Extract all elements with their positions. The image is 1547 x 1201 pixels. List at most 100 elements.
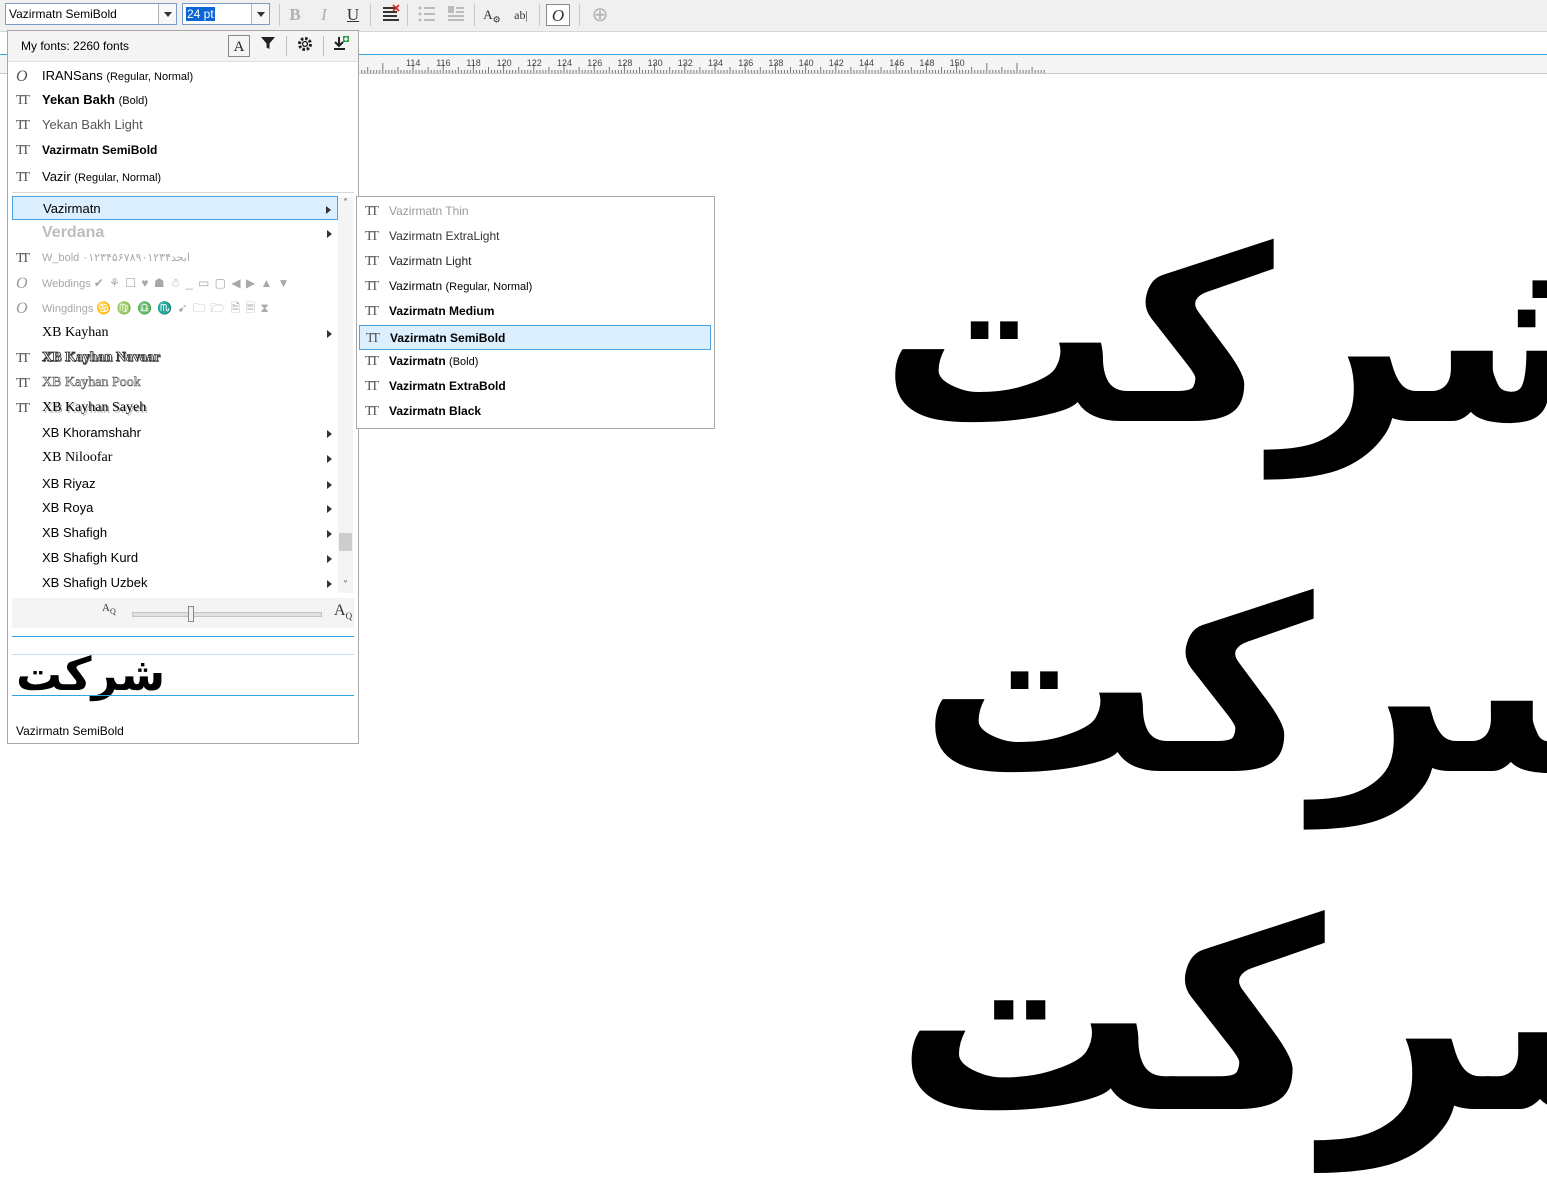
ruler-label: 138	[768, 58, 783, 68]
font-item-webdings[interactable]: O Webdings ✔ ⚘ ☐ ♥ ☗ ☃ _ ▭ ▢ ◀ ▶ ▲ ▼	[12, 271, 338, 295]
submenu-item-vazirmatn-regular[interactable]: TT Vazirmatn (Regular, Normal)	[359, 274, 711, 299]
ruler-label: 116	[436, 58, 450, 68]
truetype-icon: TT	[365, 354, 379, 369]
font-label: XB Shafigh	[42, 525, 108, 540]
canvas-text-1[interactable]: شرکت	[880, 218, 1547, 458]
edit-text-icon[interactable]: ab|	[509, 4, 533, 26]
font-size-value[interactable]: 24 pt	[186, 7, 215, 21]
font-label: XB Kayhan Sayeh	[42, 400, 147, 415]
scroll-down-icon[interactable]: ˅	[338, 579, 353, 593]
ruler-label: 134	[708, 58, 723, 68]
truetype-icon: TT	[16, 118, 30, 133]
truetype-icon: TT	[16, 401, 30, 416]
submenu-arrow-icon	[327, 230, 332, 238]
separator	[539, 4, 540, 26]
font-item-wingdings[interactable]: O Wingdings ♋ ♍ ♎ ♏ ➹ 🗀 🗁 🗎 🗏 ⧗	[12, 296, 338, 320]
scroll-up-icon[interactable]: ˄	[338, 197, 353, 211]
font-preview-name: Vazirmatn SemiBold	[16, 724, 124, 738]
submenu-item-vazirmatn-bold[interactable]: TT Vazirmatn (Bold)	[359, 349, 711, 374]
font-item-xb-shafigh[interactable]: XB Shafigh	[12, 521, 338, 545]
filter-icon[interactable]	[257, 35, 279, 57]
font-item-xb-kayhan[interactable]: XB Kayhan	[12, 321, 338, 345]
submenu-item-vazirmatn-extrabold[interactable]: TT Vazirmatn ExtraBold	[359, 374, 711, 399]
truetype-icon: TT	[365, 304, 379, 319]
font-item-xb-shafigh-uzbek[interactable]: XB Shafigh Uzbek	[12, 571, 338, 595]
font-name-value[interactable]: Vazirmatn SemiBold	[9, 7, 117, 21]
ruler-label: 124	[557, 58, 572, 68]
font-item-verdana[interactable]: Verdana	[12, 221, 338, 245]
font-label: XB Shafigh Uzbek	[42, 575, 148, 590]
font-count-label: My fonts: 2260 fonts	[21, 39, 130, 53]
canvas-text-3[interactable]: شرکت	[895, 888, 1547, 1150]
font-label: Yekan Bakh Light	[42, 117, 143, 132]
font-label: Vazirmatn Black	[389, 404, 482, 418]
underline-icon[interactable]: U	[341, 4, 365, 26]
truetype-icon: TT	[365, 254, 379, 269]
font-list-scrollbar[interactable]: ˄ ˅	[338, 197, 353, 593]
recent-font-iransans[interactable]: O IRANSans (Regular, Normal)	[12, 64, 338, 88]
submenu-item-vazirmatn-black[interactable]: TT Vazirmatn Black	[359, 399, 711, 424]
font-item-xb-kayhan-pook[interactable]: TT XB Kayhan Pook	[12, 371, 338, 395]
font-item-xb-roya[interactable]: XB Roya	[12, 496, 338, 520]
font-item-xb-khoramshahr[interactable]: XB Khoramshahr	[12, 421, 338, 445]
ruler-label: 128	[617, 58, 632, 68]
add-icon[interactable]: ⊕	[588, 4, 612, 26]
submenu-item-vazirmatn-extralight[interactable]: TT Vazirmatn ExtraLight	[359, 224, 711, 249]
font-playground-icon[interactable]: A	[228, 35, 250, 57]
submenu-item-vazirmatn-semibold[interactable]: TT Vazirmatn SemiBold	[359, 325, 711, 350]
font-label: XB Kayhan Pook	[42, 375, 141, 391]
recent-fonts-divider	[12, 192, 354, 193]
font-item-xb-kayhan-navaar[interactable]: TT XB Kayhan Navaar	[12, 346, 338, 370]
scrollbar-thumb[interactable]	[339, 533, 352, 551]
font-item-xb-shafigh-kurd[interactable]: XB Shafigh Kurd	[12, 546, 338, 570]
font-label: XB Shafigh Kurd	[42, 550, 139, 565]
submenu-arrow-icon	[327, 330, 332, 338]
download-fonts-icon[interactable]	[330, 35, 352, 57]
submenu-item-vazirmatn-light[interactable]: TT Vazirmatn Light	[359, 249, 711, 274]
recent-font-yekan-bakh[interactable]: TT Yekan Bakh (Bold)	[12, 88, 338, 112]
zoom-large-icon[interactable]: AQ	[334, 602, 352, 621]
preview-size-slider[interactable]	[132, 606, 322, 622]
separator	[579, 4, 580, 26]
font-label: Yekan Bakh (Bold)	[42, 92, 148, 107]
font-item-vazirmatn[interactable]: Vazirmatn	[12, 196, 338, 220]
recent-font-yekan-bakh-light[interactable]: TT Yekan Bakh Light	[12, 113, 338, 137]
font-name-combo[interactable]: Vazirmatn SemiBold	[5, 3, 177, 25]
font-item-xb-kayhan-sayeh[interactable]: TT XB Kayhan Sayeh	[12, 396, 338, 420]
font-name-dropdown-button[interactable]	[158, 4, 176, 24]
ruler-label: 140	[799, 58, 814, 68]
font-item-w-bold[interactable]: TT W_bold ابجد۰۱۲۳۴۵۶۷۸۹۰۱۲۳۴	[12, 246, 338, 270]
canvas-text-2[interactable]: شرکت	[920, 568, 1547, 808]
font-label: Verdana	[42, 224, 105, 241]
font-label: W_bold ابجد۰۱۲۳۴۵۶۷۸۹۰۱۲۳۴	[42, 252, 190, 264]
font-size-combo[interactable]: 24 pt	[182, 3, 270, 25]
truetype-icon: TT	[365, 229, 379, 244]
recent-font-vazirmatn-semibold[interactable]: TT Vazirmatn SemiBold	[12, 138, 338, 162]
truetype-icon: TT	[16, 93, 30, 108]
font-item-xb-riyaz[interactable]: XB Riyaz	[12, 472, 338, 496]
submenu-item-vazirmatn-thin[interactable]: TT Vazirmatn Thin	[359, 199, 711, 224]
slider-thumb[interactable]	[187, 606, 194, 622]
bold-icon[interactable]: B	[283, 4, 307, 26]
opentype-icon[interactable]: O	[546, 4, 570, 26]
font-label: XB Kayhan	[42, 325, 109, 340]
character-formatting-icon[interactable]: A⚙	[480, 4, 504, 26]
settings-gear-icon[interactable]	[294, 35, 316, 57]
property-bar: Vazirmatn SemiBold 24 pt B I U A⚙ ab| O …	[0, 0, 1547, 32]
font-size-dropdown-button[interactable]	[251, 4, 269, 24]
font-item-xb-niloofar[interactable]: XB Niloofar	[12, 446, 338, 470]
ruler-label: 146	[889, 58, 904, 68]
font-label: XB Kayhan Navaar	[42, 350, 161, 366]
submenu-item-vazirmatn-medium[interactable]: TT Vazirmatn Medium	[359, 299, 711, 324]
ruler-label: 136	[738, 58, 753, 68]
italic-icon[interactable]: I	[312, 4, 336, 26]
recent-font-vazir[interactable]: TT Vazir (Regular, Normal)	[12, 165, 338, 189]
separator	[279, 4, 280, 26]
text-align-icon[interactable]	[379, 4, 403, 26]
drop-cap-icon[interactable]	[444, 4, 468, 26]
zoom-small-icon[interactable]: AQ	[102, 602, 116, 616]
bullet-list-icon[interactable]	[415, 4, 439, 26]
font-label: Vazirmatn	[43, 201, 101, 216]
font-label: XB Khoramshahr	[42, 425, 141, 440]
submenu-arrow-icon	[327, 481, 332, 489]
